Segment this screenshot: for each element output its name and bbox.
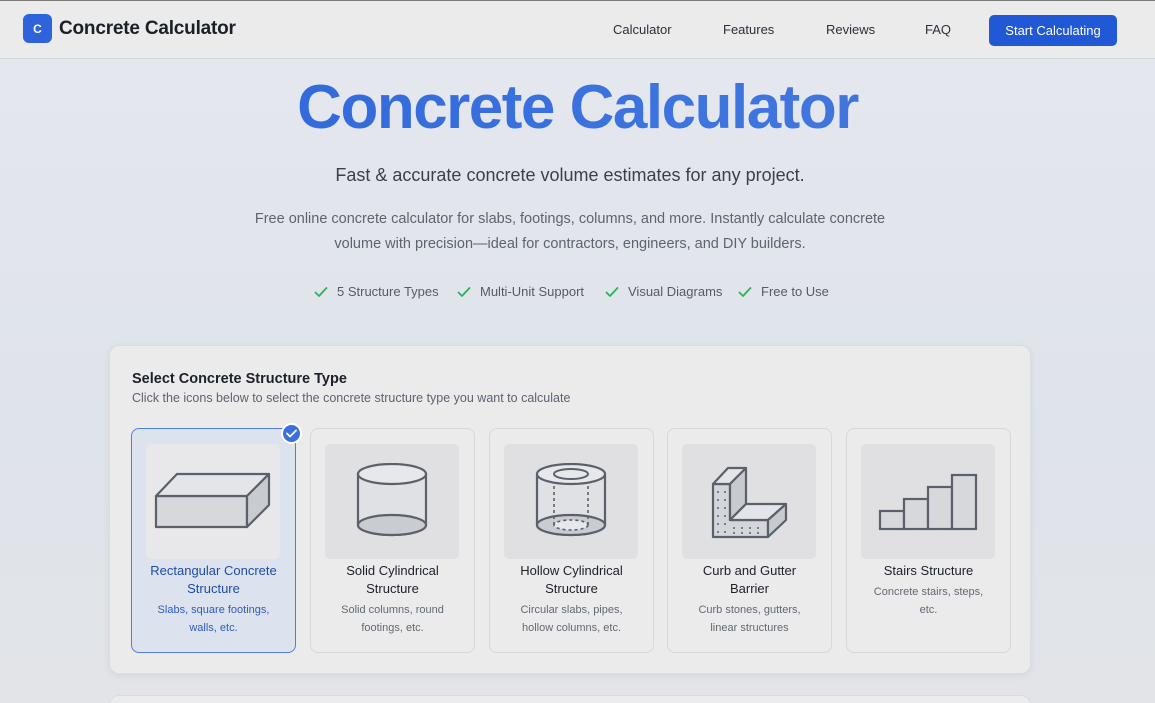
structure-option-hollow-cylindrical[interactable]: Hollow Cylindrical Structure Circular sl…: [489, 428, 654, 653]
top-nav-bar: C Concrete Calculator Calculator Feature…: [0, 0, 1155, 59]
checkmark-icon: [605, 286, 619, 297]
option-description-line: Slabs, square footings,: [157, 604, 270, 616]
card-title: Select Concrete Structure Type: [132, 371, 347, 387]
option-description-line: Concrete stairs, steps,: [873, 586, 984, 598]
option-description-line: Solid columns, round: [341, 604, 444, 616]
structure-option-curb-gutter[interactable]: Curb and Gutter Barrier Curb stones, gut…: [667, 428, 832, 653]
option-description-line: walls, etc.: [189, 622, 238, 634]
start-calculating-button[interactable]: Start Calculating: [989, 15, 1117, 46]
curb-gutter-icon: [711, 466, 788, 538]
option-title-line: Structure: [366, 581, 419, 596]
option-description-line: Circular slabs, pipes,: [520, 604, 623, 616]
hero-description-line-1: Free online concrete calculator for slab…: [254, 211, 886, 227]
feature-label: 5 Structure Types: [337, 284, 439, 299]
feature-item: 5 Structure Types: [314, 284, 439, 299]
option-description-line: hollow columns, etc.: [521, 622, 622, 634]
option-title: Curb and Gutter Barrier: [676, 562, 823, 598]
option-title-line: Stairs Structure: [883, 563, 974, 578]
option-title-line: Barrier: [729, 581, 769, 596]
option-title: Solid Cylindrical Structure: [319, 562, 466, 598]
selected-check-icon: [281, 423, 302, 444]
feature-item: Free to Use: [738, 284, 829, 299]
brand[interactable]: C Concrete Calculator: [23, 14, 236, 43]
hero-subtitle: Fast & accurate concrete volume estimate…: [335, 165, 805, 185]
feature-label: Visual Diagrams: [628, 284, 723, 299]
checkmark-icon: [457, 286, 471, 297]
rectangular-block-icon: [154, 472, 271, 528]
feature-label: Multi-Unit Support: [480, 284, 585, 299]
option-thumbnail: [504, 444, 638, 559]
nav-link-calculator[interactable]: Calculator: [613, 22, 672, 37]
option-title: Rectangular Concrete Structure: [140, 562, 287, 598]
option-thumbnail: [861, 444, 995, 559]
feature-list: 5 Structure Types Multi-Unit Support Vis…: [0, 284, 1155, 302]
structure-type-card: Select Concrete Structure Type Click the…: [109, 345, 1031, 674]
nav-link-features[interactable]: Features: [723, 22, 774, 37]
option-thumbnail: [325, 444, 459, 559]
next-section-card: [109, 695, 1031, 703]
hero-description-line-2: volume with precision—ideal for contract…: [334, 236, 806, 252]
option-description: Slabs, square footings, walls, etc.: [140, 601, 287, 637]
option-description-line: Curb stones, gutters,: [698, 604, 801, 616]
feature-label: Free to Use: [761, 284, 829, 299]
brand-name: Concrete Calculator: [59, 17, 236, 39]
feature-item: Multi-Unit Support: [457, 284, 584, 299]
feature-item: Visual Diagrams: [605, 284, 722, 299]
solid-cylinder-icon: [356, 462, 428, 536]
option-title: Stairs Structure: [855, 562, 1002, 580]
option-description: Solid columns, round footings, etc.: [319, 601, 466, 637]
hero-title: Concrete Calculator: [0, 72, 1155, 143]
hollow-cylinder-icon: [535, 462, 607, 536]
card-description: Click the icons below to select the conc…: [132, 391, 571, 405]
structure-option-solid-cylindrical[interactable]: Solid Cylindrical Structure Solid column…: [310, 428, 475, 653]
option-title-line: Curb and Gutter: [702, 563, 797, 578]
option-description-line: linear structures: [710, 622, 789, 634]
option-title-line: Structure: [187, 581, 240, 596]
option-title-line: Solid Cylindrical: [346, 563, 439, 578]
checkmark-icon: [738, 286, 752, 297]
checkmark-icon: [314, 286, 328, 297]
option-description-line: footings, etc.: [361, 622, 424, 634]
structure-option-stairs[interactable]: Stairs Structure Concrete stairs, steps,…: [846, 428, 1011, 653]
option-description-line: etc.: [919, 604, 938, 616]
nav-link-reviews[interactable]: Reviews: [826, 22, 875, 37]
nav-link-faq[interactable]: FAQ: [925, 22, 951, 37]
option-description: Circular slabs, pipes, hollow columns, e…: [498, 601, 645, 637]
structure-option-rectangular[interactable]: Rectangular Concrete Structure Slabs, sq…: [131, 423, 302, 653]
stairs-icon: [878, 473, 978, 530]
option-title-line: Rectangular Concrete: [150, 563, 277, 578]
hero-description: Free online concrete calculator for slab…: [245, 207, 895, 257]
option-thumbnail: [682, 444, 816, 559]
option-thumbnail: [146, 444, 280, 559]
option-description: Concrete stairs, steps, etc.: [855, 583, 1002, 619]
option-title: Hollow Cylindrical Structure: [498, 562, 645, 598]
option-description: Curb stones, gutters, linear structures: [676, 601, 823, 637]
logo-icon: C: [23, 14, 52, 43]
option-title-line: Hollow Cylindrical: [520, 563, 623, 578]
option-title-line: Structure: [545, 581, 598, 596]
